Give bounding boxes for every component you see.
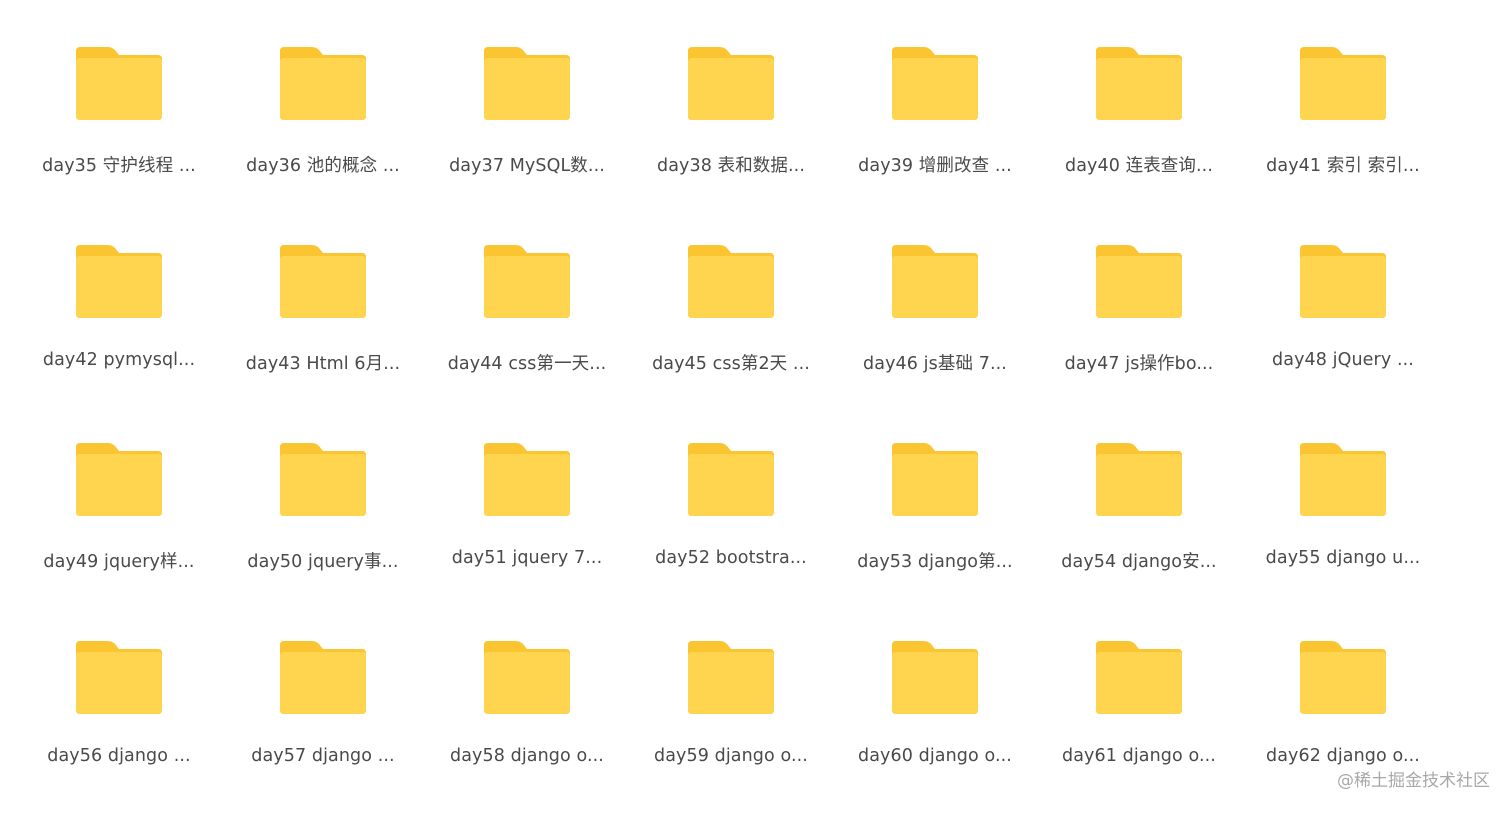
- folder-label: day43 Html 6月...: [245, 354, 401, 374]
- folder-grid: day35 守护线程 ... day36 池的概念 ... day37 MySQL数…: [17, 28, 1447, 820]
- folder-item[interactable]: day61 django o...: [1037, 622, 1241, 820]
- folder-label: day47 js操作bo...: [1064, 354, 1214, 374]
- folder-icon: [74, 44, 164, 122]
- folder-item[interactable]: day37 MySQL数...: [425, 28, 629, 226]
- folder-label: day42 pymysql...: [42, 350, 196, 370]
- folder-item[interactable]: day57 django ...: [221, 622, 425, 820]
- folder-label: day40 连表查询...: [1064, 156, 1213, 176]
- folder-icon: [278, 242, 368, 320]
- folder-label: day49 jquery样...: [43, 552, 195, 572]
- folder-item[interactable]: day38 表和数据...: [629, 28, 833, 226]
- folder-icon: [686, 44, 776, 122]
- folder-item[interactable]: day56 django ...: [17, 622, 221, 820]
- folder-label: day60 django o...: [858, 746, 1012, 766]
- folder-item[interactable]: day40 连表查询...: [1037, 28, 1241, 226]
- folder-item[interactable]: day54 django安...: [1037, 424, 1241, 622]
- folder-icon: [890, 242, 980, 320]
- folder-icon: [74, 242, 164, 320]
- folder-icon: [890, 440, 980, 518]
- folder-item[interactable]: day39 增删改查 ...: [833, 28, 1037, 226]
- watermark-text: @稀土掘金技术社区: [1337, 771, 1490, 791]
- folder-label: day38 表和数据...: [656, 156, 805, 176]
- folder-item[interactable]: day45 css第2天 ...: [629, 226, 833, 424]
- folder-icon: [1298, 440, 1388, 518]
- folder-item[interactable]: day52 bootstra...: [629, 424, 833, 622]
- folder-icon: [1094, 242, 1184, 320]
- folder-item[interactable]: day55 django u...: [1241, 424, 1445, 622]
- folder-label: day48 jQuery ...: [1272, 350, 1414, 370]
- folder-item[interactable]: day51 jquery 7...: [425, 424, 629, 622]
- folder-icon: [482, 638, 572, 716]
- folder-icon: [482, 44, 572, 122]
- folder-label: day44 css第一天...: [447, 354, 607, 374]
- folder-icon: [278, 440, 368, 518]
- folder-label: day58 django o...: [450, 746, 604, 766]
- folder-label: day50 jquery事...: [247, 552, 399, 572]
- folder-icon: [686, 440, 776, 518]
- folder-item[interactable]: day46 js基础 7...: [833, 226, 1037, 424]
- folder-item[interactable]: day36 池的概念 ...: [221, 28, 425, 226]
- folder-item[interactable]: day53 django第...: [833, 424, 1037, 622]
- folder-label: day45 css第2天 ...: [652, 354, 810, 374]
- folder-label: day62 django o...: [1266, 746, 1420, 766]
- folder-label: day35 守护线程 ...: [42, 156, 196, 176]
- folder-icon: [686, 638, 776, 716]
- folder-label: day37 MySQL数...: [449, 156, 605, 176]
- folder-icon: [74, 440, 164, 518]
- folder-icon: [1298, 638, 1388, 716]
- folder-item[interactable]: day43 Html 6月...: [221, 226, 425, 424]
- folder-icon: [890, 638, 980, 716]
- folder-label: day55 django u...: [1265, 548, 1421, 568]
- folder-item[interactable]: day50 jquery事...: [221, 424, 425, 622]
- folder-item[interactable]: day60 django o...: [833, 622, 1037, 820]
- folder-item[interactable]: day58 django o...: [425, 622, 629, 820]
- folder-label: day59 django o...: [654, 746, 808, 766]
- folder-label: day52 bootstra...: [655, 548, 807, 568]
- folder-item[interactable]: day42 pymysql...: [17, 226, 221, 424]
- folder-label: day53 django第...: [857, 552, 1013, 572]
- folder-icon: [1094, 638, 1184, 716]
- folder-item[interactable]: day49 jquery样...: [17, 424, 221, 622]
- folder-icon: [1094, 440, 1184, 518]
- folder-icon: [1298, 44, 1388, 122]
- folder-label: day57 django ...: [251, 746, 395, 766]
- folder-label: day41 索引 索引...: [1266, 156, 1420, 176]
- folder-icon: [890, 44, 980, 122]
- folder-icon: [482, 440, 572, 518]
- folder-item[interactable]: day48 jQuery ...: [1241, 226, 1445, 424]
- folder-icon: [482, 242, 572, 320]
- folder-icon: [1094, 44, 1184, 122]
- folder-label: day61 django o...: [1062, 746, 1216, 766]
- folder-label: day46 js基础 7...: [863, 354, 1007, 374]
- folder-item[interactable]: day35 守护线程 ...: [17, 28, 221, 226]
- folder-item[interactable]: day44 css第一天...: [425, 226, 629, 424]
- folder-label: day51 jquery 7...: [451, 548, 603, 568]
- folder-icon: [686, 242, 776, 320]
- folder-item[interactable]: day41 索引 索引...: [1241, 28, 1445, 226]
- folder-icon: [278, 638, 368, 716]
- folder-label: day39 增删改查 ...: [858, 156, 1012, 176]
- folder-icon: [74, 638, 164, 716]
- folder-label: day54 django安...: [1061, 552, 1217, 572]
- folder-icon: [1298, 242, 1388, 320]
- folder-icon: [278, 44, 368, 122]
- folder-item[interactable]: day59 django o...: [629, 622, 833, 820]
- folder-label: day36 池的概念 ...: [246, 156, 400, 176]
- folder-label: day56 django ...: [47, 746, 191, 766]
- folder-item[interactable]: day47 js操作bo...: [1037, 226, 1241, 424]
